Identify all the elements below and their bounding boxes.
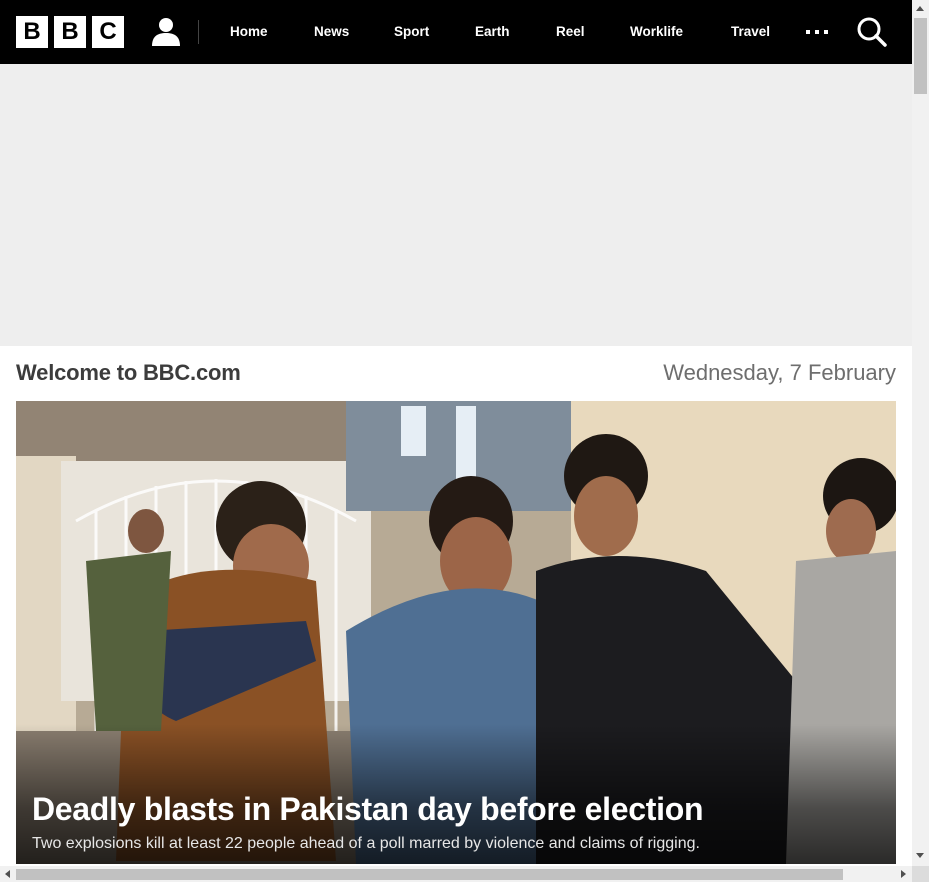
hero-story[interactable]: Deadly blasts in Pakistan day before ele… <box>16 401 896 864</box>
nav-news[interactable]: News <box>314 24 349 39</box>
vertical-scroll-thumb[interactable] <box>914 18 927 94</box>
scrollbar-corner <box>912 866 929 882</box>
scroll-right-icon[interactable] <box>901 870 906 878</box>
nav-reel[interactable]: Reel <box>556 24 585 39</box>
current-date: Wednesday, 7 February <box>663 360 896 385</box>
nav-travel[interactable]: Travel <box>731 24 770 39</box>
scroll-down-icon[interactable] <box>916 853 924 858</box>
logo-letter-b2: B <box>54 16 86 48</box>
ellipsis-icon[interactable] <box>806 22 828 42</box>
logo-letter-b1: B <box>16 16 48 48</box>
scroll-up-icon[interactable] <box>916 6 924 11</box>
bbc-logo[interactable]: B B C <box>16 16 124 48</box>
nav-divider <box>198 20 199 44</box>
advertisement-area <box>0 64 912 346</box>
scroll-left-icon[interactable] <box>5 870 10 878</box>
top-navigation-bar: B B C Home News Sport Earth Reel Worklif… <box>0 0 912 64</box>
person-icon[interactable] <box>150 16 182 48</box>
nav-worklife[interactable]: Worklife <box>630 24 683 39</box>
search-icon[interactable] <box>856 16 888 48</box>
horizontal-scrollbar[interactable] <box>0 866 912 882</box>
vertical-scrollbar[interactable] <box>912 0 929 866</box>
hero-summary: Two explosions kill at least 22 people a… <box>32 835 700 852</box>
nav-earth[interactable]: Earth <box>475 24 510 39</box>
logo-letter-c: C <box>92 16 124 48</box>
page-title: Welcome to BBC.com <box>16 360 241 385</box>
nav-home[interactable]: Home <box>230 24 268 39</box>
horizontal-scroll-thumb[interactable] <box>16 869 843 880</box>
hero-headline[interactable]: Deadly blasts in Pakistan day before ele… <box>32 791 704 828</box>
nav-sport[interactable]: Sport <box>394 24 429 39</box>
